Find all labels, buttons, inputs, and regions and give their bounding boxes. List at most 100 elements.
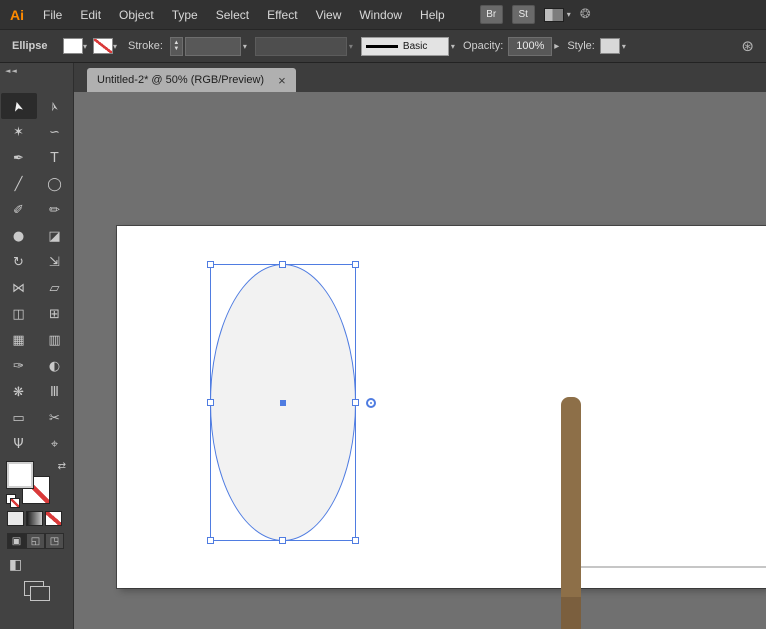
line-segment-tool-icon: ╱ xyxy=(15,177,23,192)
eraser-tool-icon: ◪ xyxy=(48,229,60,244)
menu-edit[interactable]: Edit xyxy=(71,0,110,29)
stroke-weight-stepper[interactable]: ▲ ▼ xyxy=(170,37,183,56)
width-profile-dropdown[interactable] xyxy=(255,37,347,56)
app-bar: Br St ▾ ❂ xyxy=(480,5,591,24)
mesh-tool[interactable]: ▦ xyxy=(1,327,37,353)
bridge-button[interactable]: Br xyxy=(480,5,503,24)
pencil-tool[interactable]: ✏ xyxy=(37,197,73,223)
menu-file[interactable]: File xyxy=(34,0,71,29)
selection-tool[interactable]: ➤ xyxy=(1,93,37,119)
menu-object[interactable]: Object xyxy=(110,0,163,29)
direct-selection-tool[interactable]: ➢ xyxy=(37,93,73,119)
stroke-color-dropdown[interactable]: ▾ xyxy=(93,38,117,54)
fill-swatch-icon xyxy=(63,38,83,54)
symbol-sprayer-tool-icon: ❋ xyxy=(13,385,24,400)
brush-style-value: Basic xyxy=(403,41,427,52)
ground-line-path[interactable] xyxy=(581,566,766,568)
opacity-field[interactable]: 100% xyxy=(508,37,552,56)
draw-inside-button[interactable]: ◳ xyxy=(45,533,64,549)
gradient-tool[interactable]: ▥ xyxy=(37,327,73,353)
perspective-grid-tool[interactable]: ⊞ xyxy=(37,301,73,327)
swap-fill-stroke-icon[interactable]: ⇄ xyxy=(58,461,66,472)
magic-wand-tool[interactable]: ✶ xyxy=(1,119,37,145)
slice-tool[interactable]: ✂ xyxy=(37,405,73,431)
collapse-panel-icon[interactable]: ◄◄ xyxy=(5,67,18,75)
fill-color-dropdown[interactable]: ▾ xyxy=(63,38,87,54)
menu-help[interactable]: Help xyxy=(411,0,454,29)
column-graph-tool-icon: Ⅲ xyxy=(50,385,59,400)
document-tab[interactable]: Untitled-2* @ 50% (RGB/Preview) × xyxy=(87,68,296,92)
ellipse-tool-icon: ◯ xyxy=(47,177,62,192)
eyedropper-tool[interactable]: ✑ xyxy=(1,353,37,379)
zoom-tool[interactable]: ⌖ xyxy=(37,431,73,457)
default-fill-stroke-button[interactable] xyxy=(6,494,19,507)
draw-normal-button[interactable]: ▣ xyxy=(7,533,26,549)
menu-view[interactable]: View xyxy=(307,0,351,29)
drawing-mode-buttons: ▣ ◱ ◳ xyxy=(7,533,64,549)
hand-tool[interactable]: Ψ xyxy=(1,431,37,457)
type-tool[interactable]: T xyxy=(37,145,73,171)
stock-button[interactable]: St xyxy=(512,5,535,24)
selection-handle-w[interactable] xyxy=(207,399,214,406)
stick-shape[interactable] xyxy=(561,397,581,629)
perspective-grid-tool-icon: ⊞ xyxy=(49,307,60,322)
scale-tool-icon: ⇲ xyxy=(49,255,60,270)
none-button[interactable] xyxy=(45,511,62,526)
color-button[interactable] xyxy=(7,511,24,526)
selection-handle-s[interactable] xyxy=(279,537,286,544)
paintbrush-tool-icon: ✐ xyxy=(13,203,24,218)
width-tool[interactable]: ⋈ xyxy=(1,275,37,301)
transform-widget-icon[interactable] xyxy=(366,398,376,408)
brush-definition-dropdown[interactable]: Basic xyxy=(361,37,449,56)
object-center-point[interactable] xyxy=(280,400,286,406)
stroke-weight-dropdown[interactable] xyxy=(185,37,241,56)
selection-bounding-box[interactable] xyxy=(210,264,356,541)
gradient-button[interactable] xyxy=(26,511,43,526)
selection-handle-sw[interactable] xyxy=(207,537,214,544)
line-segment-tool[interactable]: ╱ xyxy=(1,171,37,197)
chevron-down-icon: ▾ xyxy=(83,42,87,51)
selection-handle-n[interactable] xyxy=(279,261,286,268)
paint-mode-buttons xyxy=(7,511,62,526)
zoom-tool-icon: ⌖ xyxy=(51,437,58,452)
selection-handle-nw[interactable] xyxy=(207,261,214,268)
selection-handle-e[interactable] xyxy=(352,399,359,406)
scale-tool[interactable]: ⇲ xyxy=(37,249,73,275)
overlapping-windows-icon[interactable] xyxy=(24,581,44,596)
symbol-sprayer-tool[interactable]: ❋ xyxy=(1,379,37,405)
canvas-pasteboard[interactable] xyxy=(74,92,766,629)
menu-select[interactable]: Select xyxy=(207,0,258,29)
pen-tool[interactable]: ✒ xyxy=(1,145,37,171)
menu-type[interactable]: Type xyxy=(163,0,207,29)
menu-window[interactable]: Window xyxy=(350,0,411,29)
selection-tool-icon: ➤ xyxy=(10,99,27,113)
artboard-tool[interactable]: ▭ xyxy=(1,405,37,431)
stick-shade-shape[interactable] xyxy=(561,597,581,629)
close-icon[interactable]: × xyxy=(278,74,286,87)
graphic-style-dropdown[interactable] xyxy=(600,38,620,54)
paintbrush-tool[interactable]: ✐ xyxy=(1,197,37,223)
column-graph-tool[interactable]: Ⅲ xyxy=(37,379,73,405)
selection-handle-se[interactable] xyxy=(352,537,359,544)
cs-live-icon[interactable]: ❂ xyxy=(580,7,591,22)
blob-brush-tool[interactable]: ● xyxy=(1,223,37,249)
workspace-switcher[interactable]: ▾ xyxy=(544,8,571,22)
document-tab-title: Untitled-2* @ 50% (RGB/Preview) xyxy=(97,74,264,86)
control-bar: Ellipse ▾ ▾ Stroke: ▲ ▼ ▾ ▾ Basic ▾ Opac… xyxy=(0,29,766,63)
shape-builder-tool[interactable]: ◫ xyxy=(1,301,37,327)
rotate-tool[interactable]: ↻ xyxy=(1,249,37,275)
draw-inside-icon: ◳ xyxy=(50,536,59,547)
free-transform-tool[interactable]: ▱ xyxy=(37,275,73,301)
screen-mode-icon[interactable]: ◧ xyxy=(9,557,22,573)
ellipse-tool[interactable]: ◯ xyxy=(37,171,73,197)
selection-handle-ne[interactable] xyxy=(352,261,359,268)
globe-icon[interactable]: ⊛ xyxy=(741,37,754,55)
eraser-tool[interactable]: ◪ xyxy=(37,223,73,249)
blend-tool[interactable]: ◐ xyxy=(37,353,73,379)
chevron-down-icon: ▾ xyxy=(451,42,455,51)
lasso-tool[interactable]: ∽ xyxy=(37,119,73,145)
menu-bar: Ai File Edit Object Type Select Effect V… xyxy=(0,0,766,29)
menu-effect[interactable]: Effect xyxy=(258,0,306,29)
fill-swatch[interactable] xyxy=(6,461,34,489)
draw-behind-button[interactable]: ◱ xyxy=(26,533,45,549)
